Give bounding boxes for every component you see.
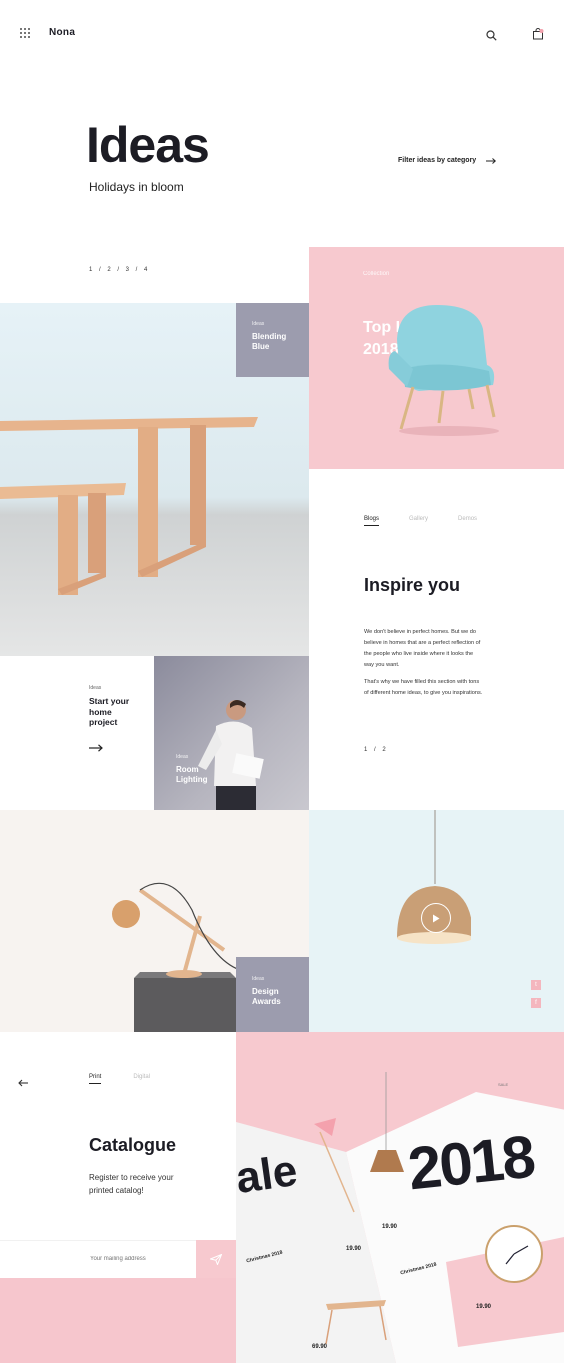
brand-logo[interactable]: Nona [49, 27, 75, 38]
grid-menu-icon[interactable] [20, 28, 30, 38]
catalogue-text: Register to receive your printed catalog… [89, 1173, 174, 1195]
page-subtitle: Holidays in bloom [89, 180, 184, 194]
tab-print[interactable]: Print [89, 1074, 102, 1084]
arrow-right-icon [486, 157, 497, 164]
design-title: Design Awards [252, 987, 281, 1007]
top-ideas-kicker: Collection [363, 271, 390, 277]
magazine-headline-left: ale [236, 1145, 301, 1204]
pendant-illustration [397, 810, 471, 944]
catalogue-title: Catalogue [89, 1135, 177, 1155]
table-illustration [0, 417, 258, 595]
magazine-price-4: 19.90 [476, 1304, 492, 1310]
page-title: Ideas [86, 117, 210, 173]
magazine-price-3: 69.90 [312, 1344, 328, 1350]
blending-kicker: Ideas [252, 321, 265, 327]
arrow-right-icon[interactable] [89, 744, 103, 752]
start-project-card[interactable]: Ideas Start your home project [89, 685, 153, 757]
room-kicker: Ideas [176, 754, 189, 760]
filter-link[interactable]: Filter ideas by category [398, 157, 497, 164]
blog-body: We don't believe in perfect homes. But w… [364, 629, 483, 696]
blog-pager[interactable]: 1 / 2 [364, 747, 386, 753]
blog-tabs[interactable]: Blogs Gallery Demos [364, 516, 477, 526]
start-kicker: Ideas [89, 685, 102, 691]
email-field-wrap[interactable] [0, 1240, 196, 1278]
room-lighting-card[interactable]: Ideas Room Lighting [154, 656, 309, 810]
search-icon[interactable] [486, 28, 497, 46]
top-ideas-card[interactable]: Collection Top Ideas2018 [309, 247, 564, 469]
design-awards-tile[interactable]: Ideas Design Awards [236, 957, 309, 1032]
magazine-price-2: 19.90 [346, 1246, 362, 1252]
design-kicker: Ideas [252, 976, 265, 982]
twitter-icon[interactable]: t [531, 980, 541, 990]
tab-gallery[interactable]: Gallery [409, 516, 428, 526]
magazine-headline-right: 2018 [404, 1122, 537, 1203]
facebook-icon[interactable]: f [531, 998, 541, 1008]
magazine-sale-tag: SALE [498, 1082, 509, 1087]
catalogue-tabs[interactable]: Print Digital [89, 1074, 150, 1084]
email-field[interactable] [90, 1256, 190, 1262]
start-title: Start your home project [89, 696, 130, 728]
pendant-lamp-video[interactable]: t f [309, 810, 564, 1032]
send-button[interactable] [196, 1240, 236, 1278]
filter-label: Filter ideas by category [398, 157, 477, 164]
catalogue-magazine-image[interactable]: ale 2018 SALE Christmas 2018 Christmas 2… [236, 1032, 564, 1363]
man-reading-image [198, 700, 264, 810]
blending-title: Blending Blue [252, 332, 287, 352]
armchair-image [388, 305, 499, 436]
bag-icon[interactable] [532, 27, 544, 45]
hero-pager[interactable]: 1 / 2 / 3 / 4 [89, 267, 147, 273]
blog-title: Inspire you [364, 575, 461, 595]
tab-digital[interactable]: Digital [133, 1074, 150, 1084]
bottom-pink-band [0, 1278, 236, 1363]
arrow-left-icon[interactable] [18, 1074, 28, 1092]
tab-blogs[interactable]: Blogs [364, 516, 380, 526]
send-icon [210, 1253, 222, 1265]
tab-demos[interactable]: Demos [458, 516, 477, 526]
blending-blue-tile[interactable]: Ideas Blending Blue [236, 303, 309, 377]
magazine-price-1: 19.90 [382, 1224, 398, 1230]
play-icon[interactable] [421, 903, 451, 933]
